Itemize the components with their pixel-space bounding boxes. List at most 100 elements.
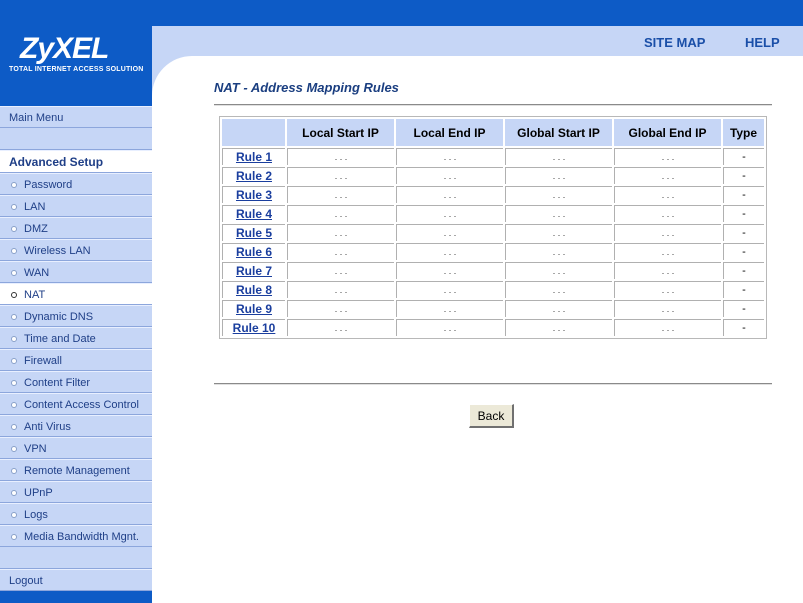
sidebar-item-lan[interactable]: LAN xyxy=(0,195,152,217)
type-cell: - xyxy=(723,186,764,203)
sidebar-item-label: Wireless LAN xyxy=(24,245,91,257)
table-header-row: Local Start IP Local End IP Global Start I… xyxy=(222,119,764,146)
bullet-icon xyxy=(11,358,17,364)
rule-cell: Rule 10 xyxy=(222,319,285,336)
ip-cell-local-end: . . . xyxy=(396,281,503,298)
sidebar-item-vpn[interactable]: VPN xyxy=(0,437,152,459)
sidebar-item-logs[interactable]: Logs xyxy=(0,503,152,525)
ip-cell-global-start: . . . xyxy=(505,224,612,241)
column-header xyxy=(222,119,285,146)
table-row: Rule 7. . .. . .. . .. . .- xyxy=(222,262,764,279)
sidebar-item-content-access-control[interactable]: Content Access Control xyxy=(0,393,152,415)
sidebar-item-label: DMZ xyxy=(24,223,48,235)
rule-link[interactable]: Rule 8 xyxy=(236,283,272,297)
sidebar-item-label: UPnP xyxy=(24,487,53,499)
back-button[interactable]: Back xyxy=(469,404,514,428)
type-cell: - xyxy=(723,205,764,222)
ip-cell-global-end: . . . xyxy=(614,148,721,165)
type-cell: - xyxy=(723,281,764,298)
ip-cell-local-end: . . . xyxy=(396,243,503,260)
sidebar-item-label: Time and Date xyxy=(24,333,96,345)
table-row: Rule 8. . .. . .. . .. . .- xyxy=(222,281,764,298)
sidebar-item-label: Anti Virus xyxy=(24,421,71,433)
sidebar-item-label: Remote Management xyxy=(24,465,130,477)
ip-cell-local-end: . . . xyxy=(396,186,503,203)
ip-cell-local-start: . . . xyxy=(287,281,394,298)
rule-link[interactable]: Rule 5 xyxy=(236,226,272,240)
bullet-icon xyxy=(11,182,17,188)
ip-cell-local-start: . . . xyxy=(287,148,394,165)
sidebar-item-label: Dynamic DNS xyxy=(24,311,94,323)
ip-cell-global-start: . . . xyxy=(505,167,612,184)
sidebar-item-content-filter[interactable]: Content Filter xyxy=(0,371,152,393)
ip-cell-local-end: . . . xyxy=(396,224,503,241)
rule-link[interactable]: Rule 1 xyxy=(236,150,272,164)
sidebar-item-time-and-date[interactable]: Time and Date xyxy=(0,327,152,349)
site-map-link[interactable]: SITE MAP xyxy=(644,35,705,50)
ip-cell-global-start: . . . xyxy=(505,243,612,260)
sidebar-item-logout[interactable]: Logout xyxy=(0,569,152,591)
bullet-icon xyxy=(11,226,17,232)
sidebar-item-upnp[interactable]: UPnP xyxy=(0,481,152,503)
bullet-icon xyxy=(11,336,17,342)
rule-cell: Rule 1 xyxy=(222,148,285,165)
ip-cell-global-start: . . . xyxy=(505,281,612,298)
sidebar-item-remote-management[interactable]: Remote Management xyxy=(0,459,152,481)
ip-cell-local-end: . . . xyxy=(396,262,503,279)
ip-cell-global-start: . . . xyxy=(505,186,612,203)
bullet-icon xyxy=(11,468,17,474)
ip-cell-local-start: . . . xyxy=(287,300,394,317)
bullet-icon xyxy=(11,380,17,386)
rule-cell: Rule 8 xyxy=(222,281,285,298)
ip-cell-global-start: . . . xyxy=(505,205,612,222)
sidebar-item-firewall[interactable]: Firewall xyxy=(0,349,152,371)
ip-cell-global-start: . . . xyxy=(505,319,612,336)
sidebar-item-label: WAN xyxy=(24,267,50,279)
sidebar-item-main-menu[interactable]: Main Menu xyxy=(0,106,152,128)
rule-link[interactable]: Rule 7 xyxy=(236,264,272,278)
ip-cell-global-end: . . . xyxy=(614,186,721,203)
rule-link[interactable]: Rule 3 xyxy=(236,188,272,202)
ip-cell-global-start: . . . xyxy=(505,262,612,279)
bullet-icon xyxy=(11,490,17,496)
rule-cell: Rule 9 xyxy=(222,300,285,317)
help-link[interactable]: HELP xyxy=(745,35,780,50)
ip-cell-global-end: . . . xyxy=(614,300,721,317)
ip-cell-local-end: . . . xyxy=(396,319,503,336)
rule-cell: Rule 7 xyxy=(222,262,285,279)
bullet-icon xyxy=(11,314,17,320)
ip-cell-local-end: . . . xyxy=(396,148,503,165)
table-row: Rule 2. . .. . .. . .. . .- xyxy=(222,167,764,184)
table-row: Rule 4. . .. . .. . .. . .- xyxy=(222,205,764,222)
table-row: Rule 10. . .. . .. . .. . .- xyxy=(222,319,764,336)
rule-link[interactable]: Rule 6 xyxy=(236,245,272,259)
rule-link[interactable]: Rule 9 xyxy=(236,302,272,316)
bullet-icon xyxy=(11,512,17,518)
ip-cell-global-end: . . . xyxy=(614,281,721,298)
sidebar-item-label: VPN xyxy=(24,443,47,455)
ip-cell-local-start: . . . xyxy=(287,319,394,336)
rule-cell: Rule 3 xyxy=(222,186,285,203)
sidebar-item-anti-virus[interactable]: Anti Virus xyxy=(0,415,152,437)
column-header: Type xyxy=(723,119,764,146)
sidebar-item-label: Content Filter xyxy=(24,377,91,389)
sidebar-item-password[interactable]: Password xyxy=(0,173,152,195)
rule-link[interactable]: Rule 4 xyxy=(236,207,272,221)
sidebar-item-nat[interactable]: NAT xyxy=(0,283,152,305)
rule-link[interactable]: Rule 10 xyxy=(233,321,276,335)
type-cell: - xyxy=(723,319,764,336)
column-header: Local Start IP xyxy=(287,119,394,146)
sidebar-item-dmz[interactable]: DMZ xyxy=(0,217,152,239)
zyxel-logo: ZyXEL xyxy=(20,32,109,65)
sidebar-item-wan[interactable]: WAN xyxy=(0,261,152,283)
ip-cell-local-end: . . . xyxy=(396,205,503,222)
column-header: Global Start IP xyxy=(505,119,612,146)
ip-cell-local-start: . . . xyxy=(287,205,394,222)
ip-cell-global-start: . . . xyxy=(505,300,612,317)
sidebar-item-wireless-lan[interactable]: Wireless LAN xyxy=(0,239,152,261)
sidebar-item-media-bandwidth-mgnt[interactable]: Media Bandwidth Mgnt. xyxy=(0,525,152,547)
type-cell: - xyxy=(723,243,764,260)
bullet-icon xyxy=(11,402,17,408)
rule-link[interactable]: Rule 2 xyxy=(236,169,272,183)
sidebar-item-dynamic-dns[interactable]: Dynamic DNS xyxy=(0,305,152,327)
